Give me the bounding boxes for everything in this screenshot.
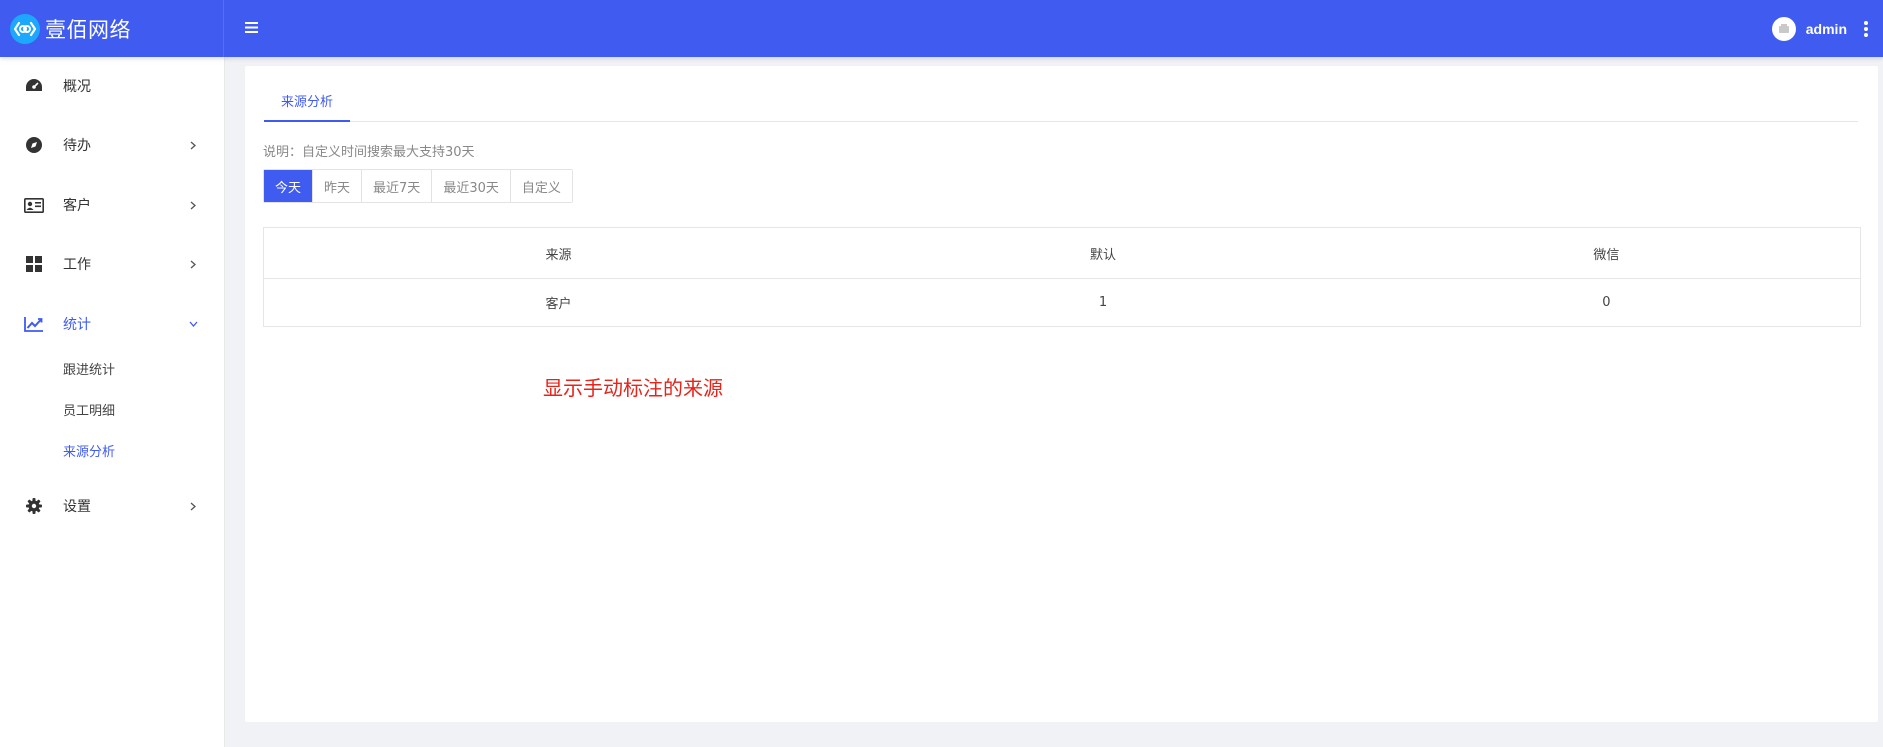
content-card: 来源分析 说明：自定义时间搜索最大支持30天 今天 昨天 最近7天 最近30天 … <box>245 66 1878 722</box>
sidebar-item-label: 统计 <box>63 317 91 333</box>
sidebar-item-overview[interactable]: 概况 <box>0 66 224 106</box>
chart-line-icon <box>24 314 44 334</box>
date-range-buttons: 今天 昨天 最近7天 最近30天 自定义 <box>263 169 573 203</box>
sidebar-item-statistics[interactable]: 统计 <box>0 304 224 344</box>
sidebar-subitem-source-analysis[interactable]: 来源分析 <box>0 435 224 465</box>
sidebar-item-todo[interactable]: 待办 <box>0 125 224 165</box>
sidebar-item-label: 设置 <box>63 499 91 515</box>
chevron-right-icon <box>188 259 198 269</box>
sidebar-subitem-label: 来源分析 <box>63 444 116 460</box>
avatar[interactable] <box>1771 16 1796 41</box>
tab-bar: 来源分析 <box>264 80 1858 122</box>
sidebar-subitem-staff-details[interactable]: 员工明细 <box>0 394 224 424</box>
column-header-wechat: 微信 <box>1352 227 1861 279</box>
chevron-right-icon <box>188 200 198 210</box>
table-header-row: 来源 默认 微信 <box>263 227 1861 279</box>
today-button[interactable]: 今天 <box>264 170 314 202</box>
logo-icon <box>10 13 40 44</box>
chevron-right-icon <box>188 501 198 511</box>
dashboard-icon <box>24 76 44 96</box>
user-menu[interactable]: admin <box>1771 0 1873 57</box>
table-cell: 0 <box>1602 295 1611 310</box>
sidebar-subitem-label: 跟进统计 <box>63 362 116 378</box>
sidebar: 概况 待办 客户 工作 统计 跟进统计 员工明细 来源分析 设置 <box>0 57 225 747</box>
sidebar-item-label: 工作 <box>63 257 91 273</box>
top-header: 壹佰网络 admin <box>0 0 1883 57</box>
id-card-icon <box>24 195 44 215</box>
grid-icon <box>24 254 44 274</box>
table-cell: 1 <box>1098 295 1108 310</box>
table-cell: 客户 <box>545 297 572 312</box>
sidebar-subitem-label: 员工明细 <box>63 403 116 419</box>
user-name[interactable]: admin <box>1806 21 1847 37</box>
last-7-days-button[interactable]: 最近7天 <box>362 170 433 202</box>
sidebar-item-label: 待办 <box>63 138 91 154</box>
sidebar-subitem-followup-stats[interactable]: 跟进统计 <box>0 353 224 383</box>
sidebar-item-work[interactable]: 工作 <box>0 244 224 284</box>
sidebar-item-settings[interactable]: 设置 <box>0 486 224 526</box>
source-table: 来源 默认 微信 客户 1 0 <box>263 227 1861 327</box>
custom-range-button[interactable]: 自定义 <box>510 170 572 202</box>
sidebar-item-customers[interactable]: 客户 <box>0 185 224 225</box>
chevron-down-icon <box>188 319 198 329</box>
more-vertical-icon[interactable] <box>1859 17 1873 41</box>
annotation-note: 显示手动标注的来源 <box>543 376 723 400</box>
chevron-right-icon <box>188 140 198 150</box>
hamburger-icon[interactable] <box>242 18 260 36</box>
sidebar-item-label: 客户 <box>63 198 91 214</box>
sidebar-item-label: 概况 <box>63 79 91 95</box>
logo[interactable]: 壹佰网络 <box>0 0 224 57</box>
gear-icon <box>24 496 44 516</box>
column-header-source: 来源 <box>263 227 854 279</box>
yesterday-button[interactable]: 昨天 <box>313 170 363 202</box>
last-30-days-button[interactable]: 最近30天 <box>432 170 511 202</box>
compass-icon <box>24 135 44 155</box>
tab-source-analysis[interactable]: 来源分析 <box>264 80 350 122</box>
brand-name: 壹佰网络 <box>45 17 131 42</box>
search-note: 说明：自定义时间搜索最大支持30天 <box>263 145 475 160</box>
column-header-default: 默认 <box>853 227 1353 279</box>
table-row: 客户 1 0 <box>264 279 1861 327</box>
